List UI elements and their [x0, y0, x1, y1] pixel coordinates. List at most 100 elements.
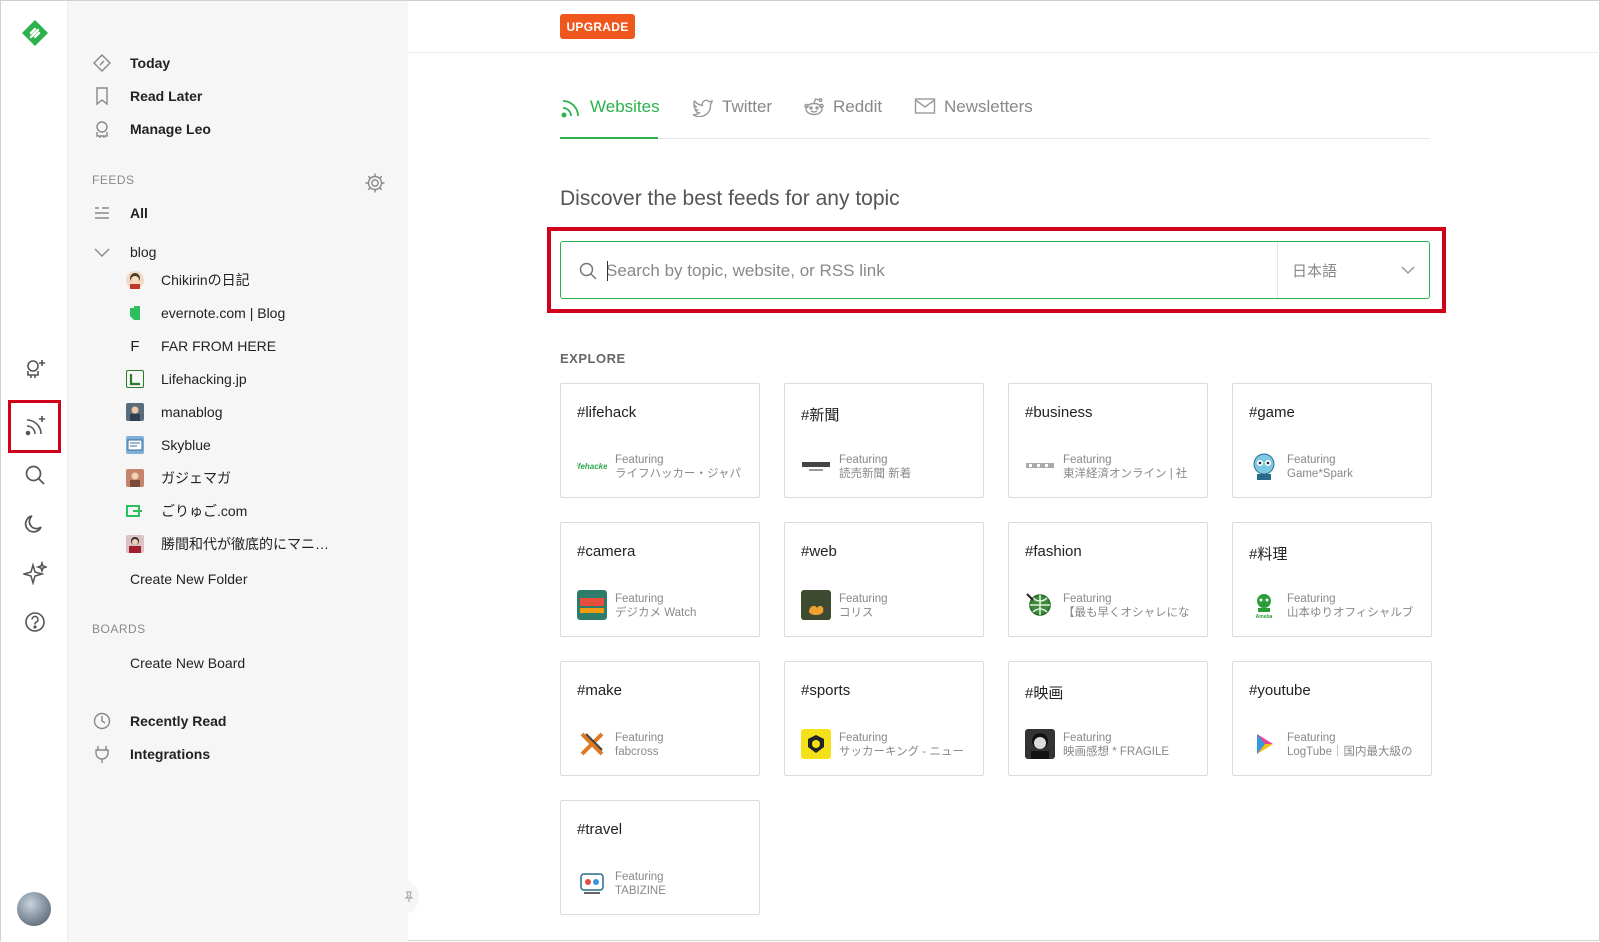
add-source-icon[interactable] — [20, 354, 50, 384]
featuring-label: Featuring — [1063, 593, 1112, 605]
nav-today-label: Today — [130, 55, 171, 71]
tab-newsletters[interactable]: Newsletters — [914, 97, 1033, 139]
user-avatar[interactable] — [17, 892, 51, 926]
discover-heading: Discover the best feeds for any topic — [560, 187, 900, 210]
explore-label: EXPLORE — [560, 351, 626, 366]
bookmark-icon — [92, 86, 112, 106]
featuring-label: Featuring — [615, 454, 664, 466]
featuring-label: Featuring — [615, 732, 664, 744]
katsuma-icon — [126, 535, 144, 553]
topic-card[interactable]: #映画 Featuring 映画感想 * FRAGILE — [1008, 661, 1208, 776]
feed-item-label: manablog — [161, 404, 223, 420]
feed-item[interactable]: ガジェマガ — [126, 465, 231, 491]
coliss-logo-icon — [801, 590, 831, 620]
ameba-logo-icon: Ameba — [1249, 590, 1279, 620]
tab-twitter[interactable]: Twitter — [692, 97, 772, 139]
gear-icon[interactable] — [364, 172, 386, 194]
topic-card[interactable]: #料理 Ameba Featuring 山本ゆりオフィシャルブ — [1232, 522, 1432, 637]
list-icon — [92, 203, 112, 223]
topic-card[interactable]: #lifehack lifehacker Featuring ライフハッカー・ジ… — [560, 383, 760, 498]
search-icon — [579, 262, 597, 280]
feed-item[interactable]: 勝間和代が徹底的にマニ… — [126, 531, 329, 557]
feed-item-label: Skyblue — [161, 437, 211, 453]
feed-item-label: 勝間和代が徹底的にマニ… — [161, 536, 329, 552]
feed-item-label: ガジェマガ — [161, 470, 231, 486]
nav-read-later[interactable]: Read Later — [92, 82, 202, 110]
reddit-icon — [803, 97, 825, 117]
feed-item[interactable]: ごりゅご.com — [126, 498, 247, 524]
feed-item-label: Lifehacking.jp — [161, 371, 247, 387]
topic-card[interactable]: #sports Featuring サッカーキング - ニュー — [784, 661, 984, 776]
lifehacker-logo-icon: lifehacker — [577, 461, 607, 471]
letter-f-icon: F — [130, 337, 140, 355]
featured-source: 東洋経済オンライン | 社 — [1063, 468, 1188, 480]
top-bar: UPGRADE — [408, 1, 1600, 53]
dcwatch-logo-icon — [577, 590, 607, 620]
topic-tag: #新聞 — [801, 407, 840, 424]
app-window: Today Read Later Manage Leo FEEDS All bl… — [0, 0, 1600, 942]
feed-item-label: ごりゅご.com — [161, 503, 248, 519]
featuring-label: Featuring — [839, 593, 888, 605]
feeds-all[interactable]: All — [92, 199, 148, 227]
tab-websites[interactable]: Websites — [560, 97, 660, 139]
featuring-label: Featuring — [615, 871, 664, 883]
sidebar: Today Read Later Manage Leo FEEDS All bl… — [68, 1, 408, 942]
feed-item[interactable]: manablog — [126, 399, 223, 425]
topic-card[interactable]: #make Featuring fabcross — [560, 661, 760, 776]
logtube-logo-icon — [1249, 729, 1279, 759]
language-select[interactable]: 日本語 — [1277, 242, 1430, 298]
soccerking-logo-icon — [801, 729, 831, 759]
lifehacking-icon — [126, 370, 144, 388]
topic-card[interactable]: #camera Featuring デジカメ Watch — [560, 522, 760, 637]
night-mode-icon[interactable] — [20, 509, 50, 539]
tab-reddit[interactable]: Reddit — [803, 97, 882, 139]
featured-source: 映画感想 * FRAGILE — [1063, 746, 1170, 758]
feed-item[interactable]: F FAR FROM HERE — [126, 333, 276, 359]
featuring-label: Featuring — [839, 732, 888, 744]
manablog-icon — [126, 403, 144, 421]
topic-card[interactable]: #web Featuring コリス — [784, 522, 984, 637]
topic-tag: #料理 — [1249, 546, 1288, 563]
topic-tag: #映画 — [1025, 685, 1064, 702]
toyokeizai-logo-icon — [1025, 451, 1055, 481]
upgrade-button[interactable]: UPGRADE — [560, 14, 635, 39]
search-icon[interactable] — [20, 460, 50, 490]
topic-card[interactable]: #youtube Featuring LogTube｜国内最大級の — [1232, 661, 1432, 776]
create-board-link[interactable]: Create New Board — [130, 655, 245, 671]
feed-item[interactable]: evernote.com | Blog — [126, 300, 285, 326]
nav-manage-leo-label: Manage Leo — [130, 121, 211, 137]
topic-card[interactable]: #game Featuring Game*Spark — [1232, 383, 1432, 498]
chevron-down-icon[interactable] — [92, 242, 112, 262]
sparkle-icon[interactable] — [20, 558, 50, 588]
topic-tag: #fashion — [1025, 543, 1082, 560]
plug-icon — [92, 744, 112, 764]
feed-item-label: evernote.com | Blog — [161, 305, 286, 321]
featured-source: fabcross — [615, 746, 659, 758]
nav-recently-read[interactable]: Recently Read — [92, 707, 226, 735]
feedly-logo-icon[interactable] — [20, 18, 50, 48]
chevron-down-icon — [1400, 262, 1416, 282]
folder-blog[interactable]: blog — [92, 239, 156, 265]
add-feed-icon[interactable] — [20, 411, 50, 441]
nav-recently-read-label: Recently Read — [130, 713, 227, 729]
topic-card[interactable]: #fashion Featuring 【最も早くオシャレにな — [1008, 522, 1208, 637]
featured-source: デジカメ Watch — [615, 607, 697, 619]
create-folder-link[interactable]: Create New Folder — [130, 571, 248, 587]
topic-card[interactable]: #新聞 Featuring 読売新聞 新着 — [784, 383, 984, 498]
search-input[interactable] — [606, 256, 1266, 286]
topic-tag: #camera — [577, 543, 636, 560]
featuring-label: Featuring — [1287, 593, 1336, 605]
feed-item[interactable]: Lifehacking.jp — [126, 366, 247, 392]
feed-item[interactable]: Chikirinの日記 — [126, 267, 250, 293]
feed-item[interactable]: Skyblue — [126, 432, 211, 458]
help-icon[interactable] — [20, 607, 50, 637]
yomiuri-logo-icon — [801, 451, 831, 481]
featured-source: 山本ゆりオフィシャルブ — [1287, 607, 1414, 619]
featuring-label: Featuring — [615, 593, 664, 605]
nav-manage-leo[interactable]: Manage Leo — [92, 115, 211, 143]
topic-card[interactable]: #travel Featuring TABIZINE — [560, 800, 760, 915]
skyblue-icon — [126, 436, 144, 454]
nav-integrations[interactable]: Integrations — [92, 740, 210, 768]
nav-today[interactable]: Today — [92, 49, 170, 77]
topic-card[interactable]: #business Featuring 東洋経済オンライン | 社 — [1008, 383, 1208, 498]
